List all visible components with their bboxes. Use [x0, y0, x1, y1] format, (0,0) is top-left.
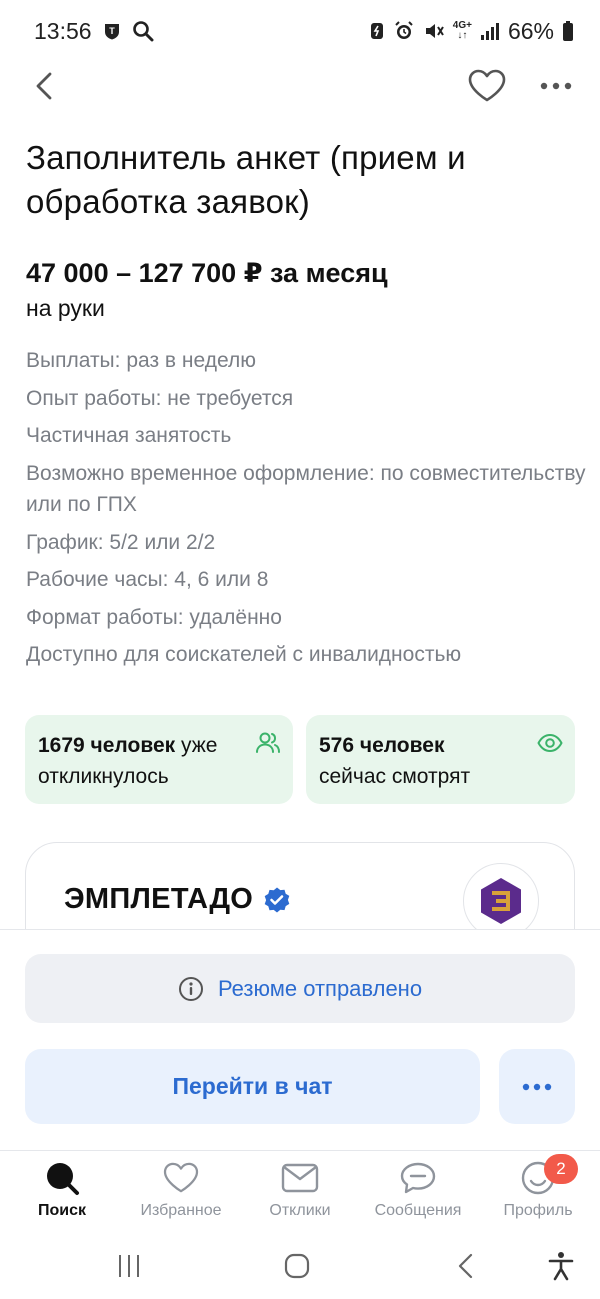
accessibility-icon	[548, 1252, 574, 1281]
mute-icon	[423, 20, 445, 42]
signal-icon	[480, 21, 500, 41]
detail-registration: Возможно временное оформление: по совмес…	[26, 461, 586, 516]
detail-experience: Опыт работы: не требуется	[26, 386, 294, 410]
tab-search[interactable]: Поиск	[2, 1151, 122, 1235]
status-bar: 13:56 T 4G+ ↓↑ 66%	[0, 0, 600, 62]
heart-icon	[162, 1160, 200, 1196]
more-horizontal-icon	[522, 1083, 552, 1090]
tab-messages-label: Сообщения	[374, 1202, 462, 1219]
battery-percent: 66%	[507, 17, 554, 44]
responded-count: 1679 человек	[38, 734, 176, 757]
chat-bubble-icon	[399, 1160, 437, 1196]
back-arrow-icon	[458, 1253, 473, 1279]
recent-apps-button[interactable]	[112, 1248, 146, 1284]
responded-line2: откликнулось	[38, 765, 169, 788]
svg-text:T: T	[109, 26, 115, 36]
viewing-text: 576 человек сейчас смотрят	[319, 730, 562, 792]
tab-search-label: Поиск	[37, 1202, 86, 1219]
resume-sent-button[interactable]: Резюме отправлено	[25, 954, 575, 1023]
accessibility-button[interactable]	[546, 1248, 576, 1284]
battery-icon	[562, 20, 574, 42]
alarm-icon	[393, 20, 415, 42]
more-options-button[interactable]	[532, 62, 580, 110]
go-to-chat-button[interactable]: Перейти в чат	[25, 1049, 480, 1124]
more-horizontal-icon	[540, 82, 572, 90]
detail-work-format: Формат работы: удалённо	[26, 605, 282, 629]
detail-payments: Выплаты: раз в неделю	[26, 349, 256, 372]
search-icon	[44, 1160, 80, 1196]
system-navigation-bar	[0, 1234, 600, 1299]
viewing-line2: сейчас смотрят	[319, 765, 471, 788]
tab-messages[interactable]: Сообщения	[358, 1151, 478, 1235]
favorite-button[interactable]	[464, 62, 510, 110]
search-status-icon	[132, 20, 154, 42]
status-time: 13:56	[34, 17, 92, 44]
eye-icon	[537, 734, 563, 752]
chevron-left-icon	[36, 72, 52, 100]
salary-note: на руки	[26, 295, 105, 321]
company-logo-icon	[463, 863, 539, 939]
tab-favorites[interactable]: Избранное	[121, 1151, 241, 1235]
go-to-chat-label: Перейти в чат	[172, 1073, 333, 1099]
people-icon	[256, 732, 280, 753]
more-actions-button[interactable]	[499, 1049, 575, 1124]
tab-responses-label: Отклики	[269, 1202, 331, 1219]
responded-suffix: уже	[175, 734, 218, 757]
detail-hours: Рабочие часы: 4, 6 или 8	[26, 568, 269, 591]
verified-badge-icon	[264, 887, 290, 912]
employer-name-row: ЭМПЛЕТАДО	[64, 883, 291, 916]
detail-accessibility: Доступно для соискателей с инвалидностью	[26, 643, 462, 666]
top-navigation	[0, 62, 600, 110]
bottom-tab-bar: Поиск Избранное Отклики Сообщения 2 Проф…	[0, 1150, 600, 1234]
envelope-icon	[281, 1160, 319, 1196]
profile-notification-badge: 2	[544, 1154, 578, 1184]
shield-app-icon: T	[102, 21, 122, 41]
network-type-icon: 4G+ ↓↑	[452, 20, 472, 41]
resume-sent-label: Резюме отправлено	[217, 975, 423, 1001]
responded-card: 1679 человек уже откликнулось	[25, 715, 293, 804]
responded-text: 1679 человек уже откликнулось	[38, 730, 280, 792]
tab-profile-label: Профиль	[503, 1202, 573, 1219]
detail-schedule: График: 5/2 или 2/2	[26, 530, 216, 554]
info-icon	[178, 976, 203, 1001]
viewing-count: 576 человек	[319, 734, 445, 757]
system-back-button[interactable]	[450, 1248, 480, 1284]
home-button[interactable]	[280, 1248, 314, 1284]
salary: 47 000 – 127 700 ₽ за месяц	[26, 258, 388, 288]
recent-apps-icon	[119, 1255, 139, 1277]
employer-name: ЭМПЛЕТАДО	[64, 883, 254, 915]
vacancy-details: Выплаты: раз в неделю Опыт работы: не тр…	[26, 342, 586, 674]
battery-saver-icon	[369, 21, 385, 41]
home-icon	[284, 1253, 310, 1279]
action-sheet: Резюме отправлено Перейти в чат	[0, 929, 600, 1150]
viewing-card: 576 человек сейчас смотрят	[306, 715, 575, 804]
vacancy-title: Заполнитель анкет (прием и обработка зая…	[26, 139, 466, 220]
tab-responses[interactable]: Отклики	[240, 1151, 360, 1235]
detail-employment: Частичная занятость	[26, 424, 232, 447]
profile-icon: 2	[520, 1154, 578, 1196]
tab-profile[interactable]: 2 Профиль	[478, 1151, 598, 1235]
heart-icon	[468, 69, 506, 102]
tab-favorites-label: Избранное	[140, 1202, 222, 1219]
back-button[interactable]	[24, 62, 64, 110]
